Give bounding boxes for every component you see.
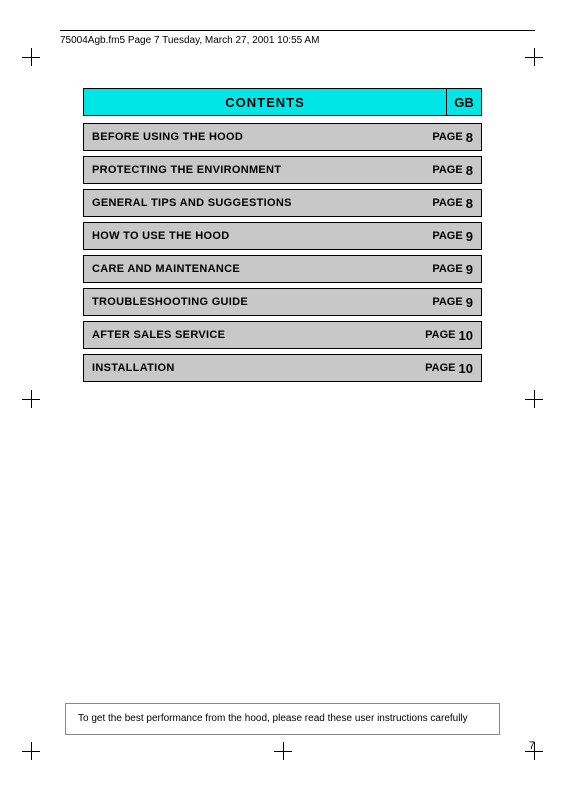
page-num-2: 8 bbox=[466, 196, 473, 211]
header-filename: 75004Agb.fm5 Page 7 Tuesday, March 27, 2… bbox=[60, 35, 319, 46]
row-protecting-page: PAGE 8 bbox=[401, 157, 481, 183]
crosshair-bottom-mid bbox=[274, 742, 292, 760]
row-after-sales: AFTER SALES SERVICE PAGE 10 bbox=[83, 321, 482, 349]
row-general-tips: GENERAL TIPS AND SUGGESTIONS PAGE 8 bbox=[83, 189, 482, 217]
contents-gb-label: GB bbox=[446, 88, 482, 116]
row-care-maintenance: CARE AND MAINTENANCE PAGE 9 bbox=[83, 255, 482, 283]
row-before-using: BEFORE USING THE HOOD PAGE 8 bbox=[83, 123, 482, 151]
row-before-using-label: BEFORE USING THE HOOD bbox=[84, 124, 401, 150]
page-num-6: 10 bbox=[459, 328, 473, 343]
contents-title-row: CONTENTS GB bbox=[83, 88, 482, 116]
page-label-7: PAGE bbox=[425, 362, 455, 374]
page-label-3: PAGE bbox=[432, 230, 462, 242]
page-num-0: 8 bbox=[466, 130, 473, 145]
row-after-sales-label: AFTER SALES SERVICE bbox=[84, 322, 401, 348]
row-installation-page: PAGE 10 bbox=[401, 355, 481, 381]
row-troubleshooting-page: PAGE 9 bbox=[401, 289, 481, 315]
row-how-to-use-page: PAGE 9 bbox=[401, 223, 481, 249]
crosshair-top-right bbox=[525, 48, 543, 66]
page-label-1: PAGE bbox=[432, 164, 462, 176]
bottom-note: To get the best performance from the hoo… bbox=[65, 703, 500, 735]
row-care-maintenance-page: PAGE 9 bbox=[401, 256, 481, 282]
row-general-tips-page: PAGE 8 bbox=[401, 190, 481, 216]
row-installation: INSTALLATION PAGE 10 bbox=[83, 354, 482, 382]
page-num-7: 10 bbox=[459, 361, 473, 376]
row-general-tips-label: GENERAL TIPS AND SUGGESTIONS bbox=[84, 190, 401, 216]
row-installation-label: INSTALLATION bbox=[84, 355, 401, 381]
header-bar: 75004Agb.fm5 Page 7 Tuesday, March 27, 2… bbox=[60, 30, 535, 46]
page-num-4: 9 bbox=[466, 262, 473, 277]
page-num-3: 9 bbox=[466, 229, 473, 244]
page-label-0: PAGE bbox=[432, 131, 462, 143]
page-number: 7 bbox=[529, 740, 535, 752]
page: 75004Agb.fm5 Page 7 Tuesday, March 27, 2… bbox=[0, 0, 565, 800]
contents-title-text: CONTENTS bbox=[225, 95, 305, 110]
crosshair-mid-right bbox=[525, 390, 543, 408]
row-how-to-use-label: HOW TO USE THE HOOD bbox=[84, 223, 401, 249]
crosshair-mid-left bbox=[22, 390, 40, 408]
crosshair-bottom-left bbox=[22, 742, 40, 760]
contents-area: CONTENTS GB BEFORE USING THE HOOD PAGE 8… bbox=[83, 88, 482, 382]
row-before-using-page: PAGE 8 bbox=[401, 124, 481, 150]
page-label-2: PAGE bbox=[432, 197, 462, 209]
page-label-5: PAGE bbox=[432, 296, 462, 308]
row-troubleshooting: TROUBLESHOOTING GUIDE PAGE 9 bbox=[83, 288, 482, 316]
page-num-5: 9 bbox=[466, 295, 473, 310]
row-care-maintenance-label: CARE AND MAINTENANCE bbox=[84, 256, 401, 282]
row-protecting-label: PROTECTING THE ENVIRONMENT bbox=[84, 157, 401, 183]
row-troubleshooting-label: TROUBLESHOOTING GUIDE bbox=[84, 289, 401, 315]
row-after-sales-page: PAGE 10 bbox=[401, 322, 481, 348]
page-label-6: PAGE bbox=[425, 329, 455, 341]
page-num-1: 8 bbox=[466, 163, 473, 178]
contents-title-main: CONTENTS bbox=[83, 88, 446, 116]
row-protecting: PROTECTING THE ENVIRONMENT PAGE 8 bbox=[83, 156, 482, 184]
page-label-4: PAGE bbox=[432, 263, 462, 275]
crosshair-top-left bbox=[22, 48, 40, 66]
row-how-to-use: HOW TO USE THE HOOD PAGE 9 bbox=[83, 222, 482, 250]
